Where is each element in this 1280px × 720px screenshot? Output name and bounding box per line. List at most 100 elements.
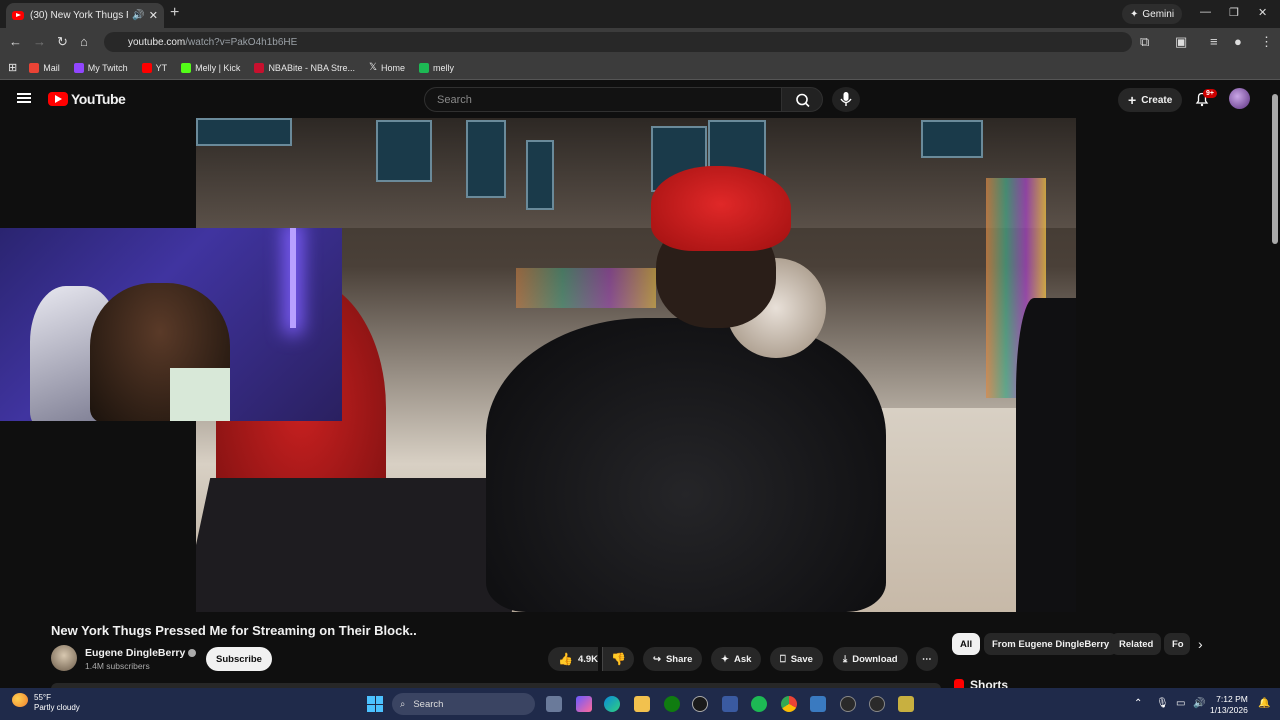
back-icon[interactable]: ←: [9, 34, 22, 49]
menu-dots-icon[interactable]: ⋮: [1260, 34, 1273, 50]
save-button[interactable]: ⎕ Save: [770, 647, 823, 671]
more-actions-button[interactable]: ⋯: [916, 647, 938, 671]
reading-list-icon[interactable]: ≡: [1210, 34, 1218, 49]
channel-name-text: Eugene DingleBerry: [85, 647, 186, 659]
menu-screen: [526, 140, 554, 210]
edge-icon[interactable]: [604, 696, 620, 712]
subscriber-count: 1.4M subscribers: [85, 661, 150, 671]
weather-condition: Partly cloudy: [34, 703, 80, 712]
xbox-icon[interactable]: [664, 696, 680, 712]
person-black-jacket: [486, 318, 886, 612]
file-explorer-icon[interactable]: [634, 696, 650, 712]
search-input[interactable]: Search: [424, 87, 782, 112]
network-icon[interactable]: ▭: [1176, 698, 1185, 709]
mic-tray-icon[interactable]: 🎙: [1156, 698, 1169, 709]
bookmark-mail[interactable]: Mail: [29, 62, 60, 73]
minimize-icon[interactable]: —: [1200, 6, 1211, 18]
media-player-icon[interactable]: [840, 696, 856, 712]
ask-label: Ask: [733, 653, 752, 665]
clock-date: 1/13/2026: [1210, 705, 1248, 715]
bookmark-label: My Twitch: [87, 62, 128, 73]
menu-screen: [196, 118, 292, 146]
video-title: New York Thugs Pressed Me for Streaming …: [51, 623, 417, 638]
address-bar[interactable]: youtube.com/watch?v=PakO4h1b6HE: [104, 32, 1132, 52]
download-icon: ⤓: [843, 653, 848, 665]
verified-icon: [188, 649, 197, 658]
menu-screen: [921, 120, 983, 158]
bookmark-kick[interactable]: Melly | Kick: [181, 62, 241, 73]
profile-icon[interactable]: ●: [1234, 34, 1242, 49]
browser-tab[interactable]: (30) New York Thugs Presse 🔊 ✕: [6, 3, 164, 28]
nba-icon: [254, 62, 265, 73]
taskbar-search[interactable]: ⌕ Search: [392, 693, 535, 715]
chrome-icon[interactable]: [781, 696, 797, 712]
subscribe-button[interactable]: Subscribe: [206, 647, 272, 671]
share-label: Share: [665, 653, 693, 665]
store-icon[interactable]: [722, 696, 738, 712]
search-icon: ⌕: [400, 698, 406, 710]
weather-widget[interactable]: 55°F Partly cloudy: [12, 693, 80, 713]
save-label: Save: [790, 653, 813, 665]
voice-search-button[interactable]: [832, 87, 860, 112]
home-icon[interactable]: ⌂: [80, 34, 88, 49]
reload-icon[interactable]: ↻: [57, 34, 68, 50]
spotify-icon[interactable]: [751, 696, 767, 712]
chip-all[interactable]: All: [952, 633, 981, 655]
bookmark-label: Melly | Kick: [195, 62, 241, 73]
bookmark-label: Mail: [43, 62, 60, 73]
chip-from-channel[interactable]: From Eugene DingleBerry: [984, 633, 1118, 655]
page-scrollbar[interactable]: [1272, 94, 1278, 244]
chip-partial[interactable]: Fo: [1164, 633, 1190, 655]
url-path: /watch?v=PakO4h1b6HE: [185, 36, 298, 48]
bookmark-my-twitch[interactable]: My Twitch: [73, 62, 128, 73]
copilot-icon[interactable]: [576, 696, 592, 712]
microphone-icon: [840, 92, 852, 106]
share-icon: ↪: [653, 653, 661, 665]
bookmark-melly[interactable]: melly: [419, 62, 454, 73]
close-tab-icon[interactable]: ✕: [149, 9, 158, 22]
windows-start-icon[interactable]: [367, 696, 383, 712]
ask-button[interactable]: ✦ Ask: [711, 647, 762, 671]
speaker-icon[interactable]: 🔊: [132, 10, 144, 21]
extensions-icon[interactable]: ⧉: [1140, 34, 1149, 50]
app-icon[interactable]: [898, 696, 914, 712]
bookmark-x-home[interactable]: 𝕏 Home: [369, 62, 405, 73]
taskbar-clock[interactable]: 7:12 PM 1/13/2026: [1210, 694, 1248, 716]
notification-center-icon[interactable]: 🔔: [1258, 698, 1270, 709]
like-button[interactable]: 👍 4.9K: [548, 647, 599, 671]
forward-icon[interactable]: →: [33, 34, 46, 49]
task-view-icon[interactable]: [546, 696, 562, 712]
sidepanel-icon[interactable]: ▣: [1175, 34, 1187, 50]
x-icon: 𝕏: [368, 62, 378, 73]
gemini-button[interactable]: ✦ Gemini: [1122, 4, 1183, 24]
browser-tab-strip: (30) New York Thugs Presse 🔊 ✕ + ✦ Gemin…: [0, 0, 1280, 28]
share-button[interactable]: ↪ Share: [643, 647, 703, 671]
maximize-icon[interactable]: ❐: [1229, 6, 1239, 19]
close-window-icon[interactable]: ✕: [1258, 6, 1267, 19]
channel-name[interactable]: Eugene DingleBerry: [85, 647, 197, 659]
app-icon[interactable]: [869, 696, 885, 712]
bookmark-nbabite[interactable]: NBABite - NBA Stre...: [254, 62, 355, 73]
tray-chevron-icon[interactable]: ⌃: [1134, 698, 1142, 709]
obs-icon[interactable]: [692, 696, 708, 712]
search-button[interactable]: [781, 87, 823, 112]
bookmark-yt[interactable]: YT: [141, 62, 167, 73]
youtube-logo[interactable]: YouTube: [48, 91, 126, 107]
hamburger-menu-icon[interactable]: [17, 93, 31, 103]
new-tab-icon[interactable]: +: [170, 4, 179, 22]
chip-related[interactable]: Related: [1111, 633, 1162, 655]
url-host: youtube.com: [128, 36, 186, 48]
dislike-button[interactable]: 👎: [602, 647, 634, 671]
create-button[interactable]: + Create: [1118, 88, 1183, 112]
clock-time: 7:12 PM: [1216, 694, 1248, 704]
download-button[interactable]: ⤓ Download: [833, 647, 908, 671]
channel-avatar[interactable]: [51, 645, 77, 671]
photos-icon[interactable]: [810, 696, 826, 712]
melly-icon: [419, 62, 430, 73]
notification-badge: 9+: [1203, 89, 1217, 98]
chevron-right-icon[interactable]: ›: [1198, 636, 1203, 652]
account-avatar[interactable]: [1229, 88, 1250, 109]
mail-icon: [29, 62, 40, 73]
apps-icon[interactable]: ⊞: [8, 61, 17, 74]
volume-icon[interactable]: 🔊: [1193, 698, 1205, 709]
